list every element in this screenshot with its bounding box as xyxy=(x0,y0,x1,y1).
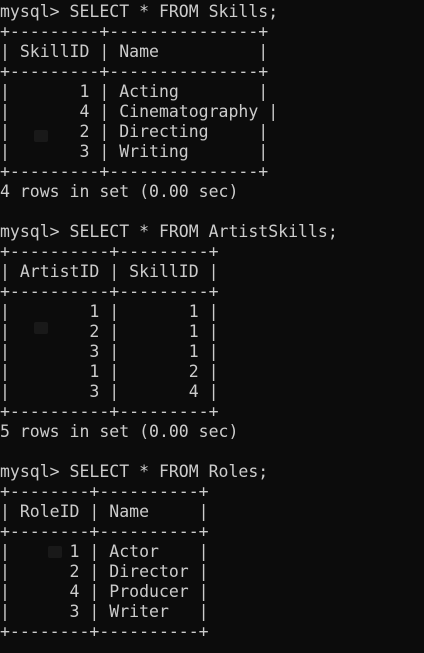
table-header-row: | RoleID | Name | xyxy=(0,502,209,521)
table-row: | 1 | 2 | xyxy=(0,362,219,381)
table-row: | 4 | Producer | xyxy=(0,582,209,601)
table-row: | 2 | Director | xyxy=(0,562,209,581)
command-prompt-line: mysql> SELECT * FROM Skills; xyxy=(0,2,279,21)
result-status-line: 4 rows in set (0.00 sec) xyxy=(0,182,239,201)
table-border: +---------+---------------+ xyxy=(0,62,269,81)
table-row: | 2 | 1 | xyxy=(0,322,219,341)
table-border: +---------+---------------+ xyxy=(0,162,269,181)
table-row: | 3 | 1 | xyxy=(0,342,219,361)
table-row: | 4 | Cinematography | xyxy=(0,102,279,121)
command-prompt-line: mysql> SELECT * FROM Roles; xyxy=(0,462,269,481)
table-row: | 3 | 4 | xyxy=(0,382,219,401)
terminal-window[interactable]: mysql> SELECT * FROM Skills; +---------+-… xyxy=(0,0,424,653)
table-border: +--------+----------+ xyxy=(0,622,209,641)
table-border: +--------+----------+ xyxy=(0,522,209,541)
terminal-output: mysql> SELECT * FROM Skills; +---------+-… xyxy=(0,2,338,642)
table-row: | 1 | Actor | xyxy=(0,542,209,561)
table-header-row: | SkillID | Name | xyxy=(0,42,269,61)
table-border: +----------+---------+ xyxy=(0,242,219,261)
result-status-line: 5 rows in set (0.00 sec) xyxy=(0,422,239,441)
table-border: +--------+----------+ xyxy=(0,482,209,501)
table-border: +---------+---------------+ xyxy=(0,22,269,41)
table-row: | 1 | 1 | xyxy=(0,302,219,321)
table-border: +----------+---------+ xyxy=(0,402,219,421)
table-row: | 3 | Writing | xyxy=(0,142,269,161)
table-border: +----------+---------+ xyxy=(0,282,219,301)
table-row: | 2 | Directing | xyxy=(0,122,269,141)
table-row: | 1 | Acting | xyxy=(0,82,269,101)
table-row: | 3 | Writer | xyxy=(0,602,209,621)
command-prompt-line: mysql> SELECT * FROM ArtistSkills; xyxy=(0,222,338,241)
table-header-row: | ArtistID | SkillID | xyxy=(0,262,219,281)
